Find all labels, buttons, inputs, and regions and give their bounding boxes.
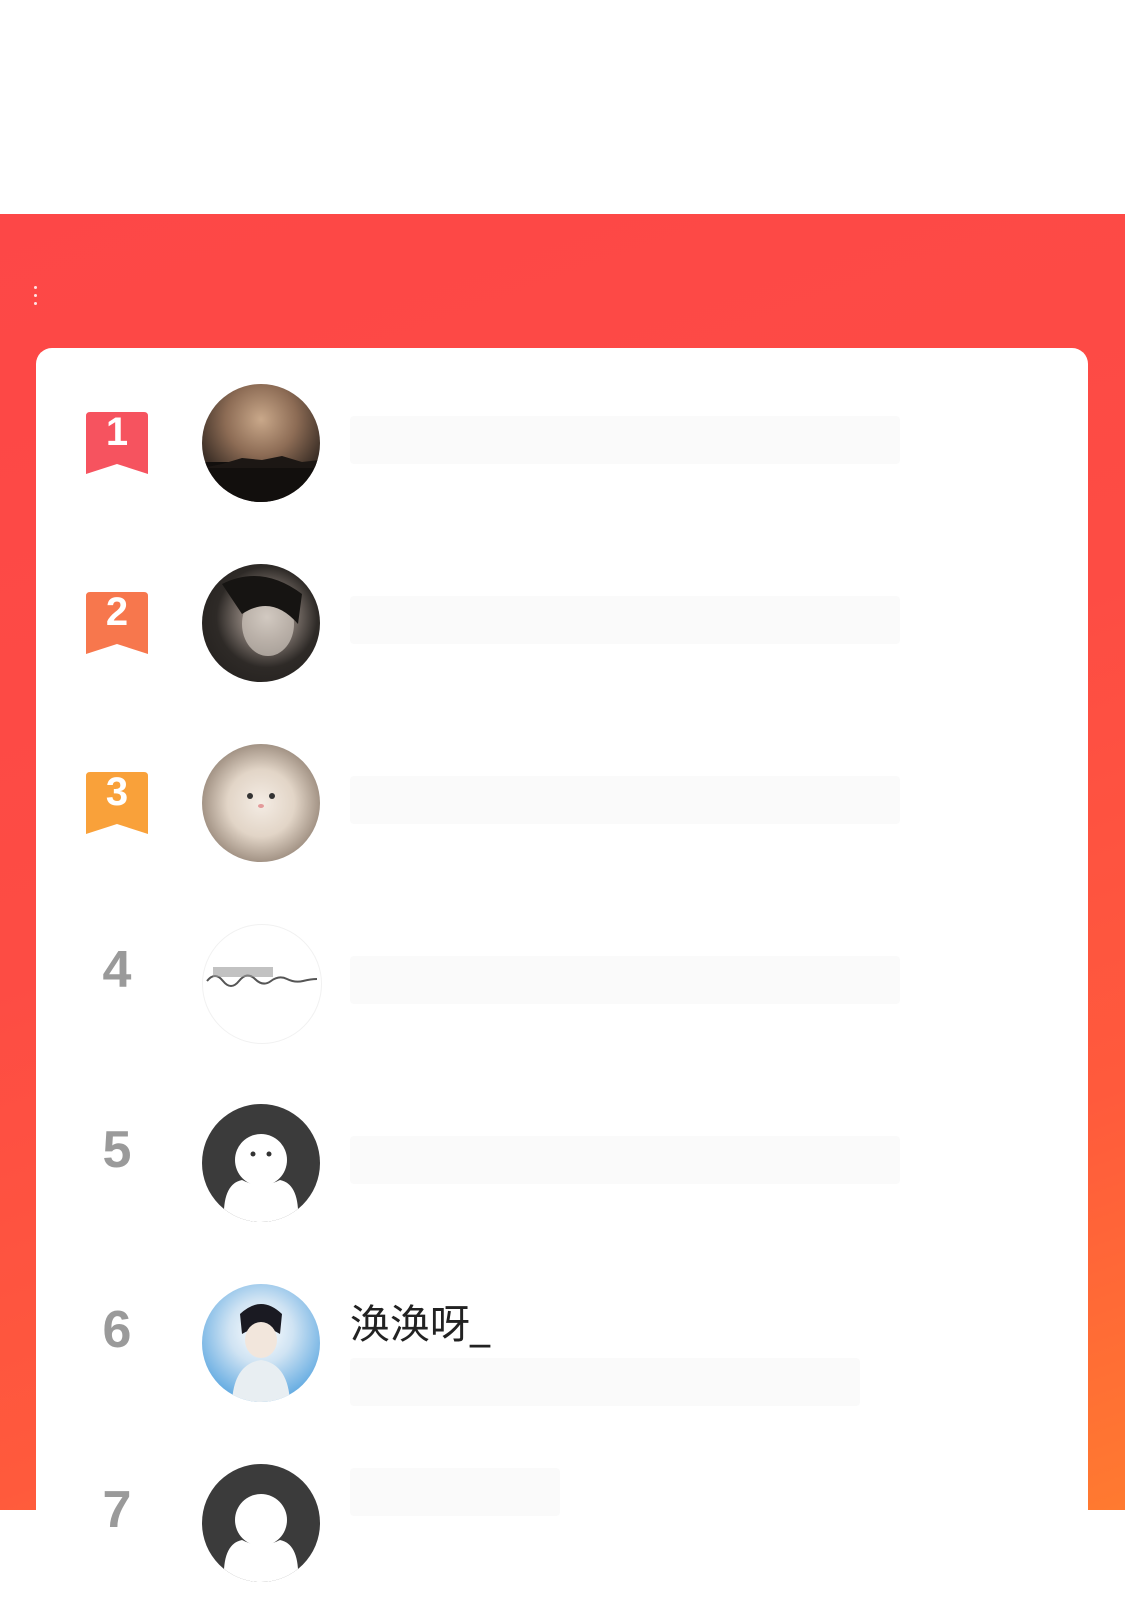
- user-name-placeholder: [350, 776, 900, 824]
- rank-badge-gold: 1: [86, 410, 148, 474]
- handwriting-avatar-icon[interactable]: [202, 924, 322, 1044]
- user-name-placeholder: [350, 596, 900, 644]
- default-avatar-icon[interactable]: [202, 1464, 320, 1582]
- default-avatar-icon[interactable]: [202, 1104, 320, 1222]
- user-detail-placeholder: [350, 1358, 860, 1406]
- rank-number: 7: [102, 1481, 132, 1539]
- sunset-avatar-icon[interactable]: [202, 384, 320, 502]
- rank-number: 1: [105, 410, 129, 454]
- rank-number: 4: [102, 941, 132, 999]
- top-blank-area: [0, 0, 1125, 214]
- more-options-icon[interactable]: [34, 286, 38, 308]
- ranking-list-card: 1 2 3 4 5 6 涣涣呀_ 7: [36, 348, 1088, 1582]
- ranking-row[interactable]: 4: [36, 888, 1088, 1068]
- rank-number: 3: [105, 770, 129, 814]
- rank-badge-silver: 2: [86, 590, 148, 654]
- anime-avatar-icon[interactable]: [202, 1284, 320, 1402]
- ranking-row[interactable]: 6 涣涣呀_: [36, 1248, 1088, 1428]
- portrait-avatar-icon[interactable]: [202, 564, 320, 682]
- ranking-row[interactable]: 7: [36, 1428, 1088, 1608]
- ranking-row[interactable]: 3: [36, 708, 1088, 888]
- rank-number: 6: [102, 1301, 132, 1359]
- rank-badge-bronze: 3: [86, 770, 148, 834]
- rank-number: 5: [102, 1121, 132, 1179]
- ranking-row[interactable]: 1: [36, 348, 1088, 528]
- ranking-row[interactable]: 5: [36, 1068, 1088, 1248]
- user-name-placeholder: [350, 416, 900, 464]
- user-name-placeholder: [350, 1136, 900, 1184]
- user-name-placeholder: [350, 1468, 560, 1516]
- cat-avatar-icon[interactable]: [202, 744, 320, 862]
- rank-number: 2: [105, 590, 129, 634]
- user-name-placeholder: [350, 956, 900, 1004]
- user-name: 涣涣呀_: [350, 1302, 490, 1348]
- ranking-row[interactable]: 2: [36, 528, 1088, 708]
